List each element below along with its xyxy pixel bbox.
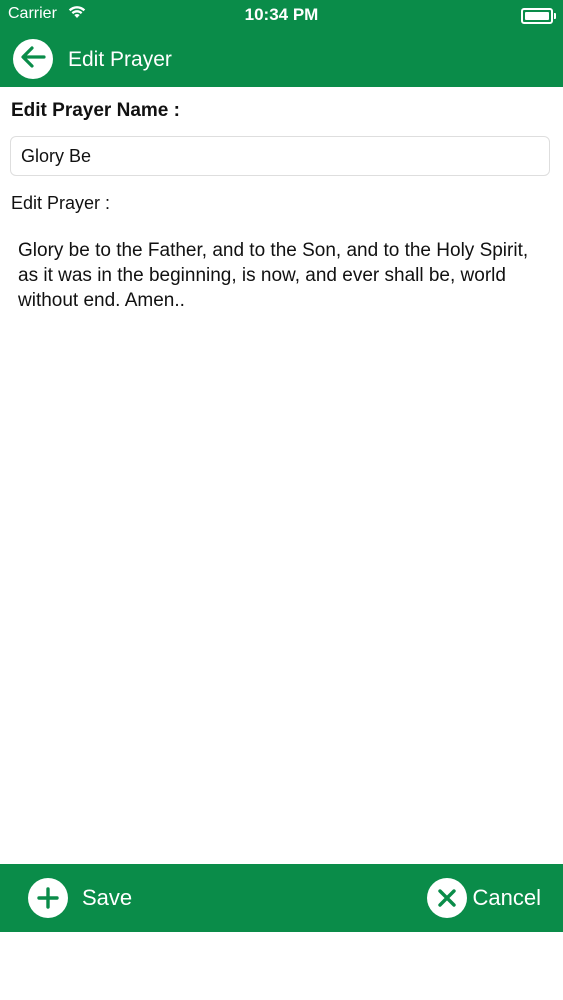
back-button[interactable]: [13, 39, 53, 79]
status-time: 10:34 PM: [244, 5, 319, 24]
plus-icon: [28, 878, 68, 918]
prayer-name-label: Edit Prayer Name :: [11, 100, 180, 121]
page-title: Edit Prayer: [68, 48, 172, 71]
prayer-name-input[interactable]: [10, 136, 550, 176]
arrow-left-icon: [20, 45, 46, 73]
cancel-button[interactable]: Cancel: [426, 878, 541, 918]
status-bar: Carrier 10:34 PM: [0, 0, 563, 30]
close-icon: [426, 878, 467, 918]
prayer-text-area[interactable]: Glory be to the Father, and to the Son, …: [18, 238, 538, 848]
bottom-toolbar: Save Cancel: [0, 864, 563, 932]
save-button[interactable]: Save: [28, 878, 132, 918]
save-label: Save: [82, 885, 133, 910]
prayer-text-label: Edit Prayer :: [11, 193, 111, 213]
cancel-label: Cancel: [472, 885, 541, 910]
top-bar: Carrier 10:34 PM Edit Prayer: [0, 0, 563, 87]
navigation-bar: Edit Prayer: [0, 30, 563, 87]
battery-icon: [521, 8, 556, 24]
